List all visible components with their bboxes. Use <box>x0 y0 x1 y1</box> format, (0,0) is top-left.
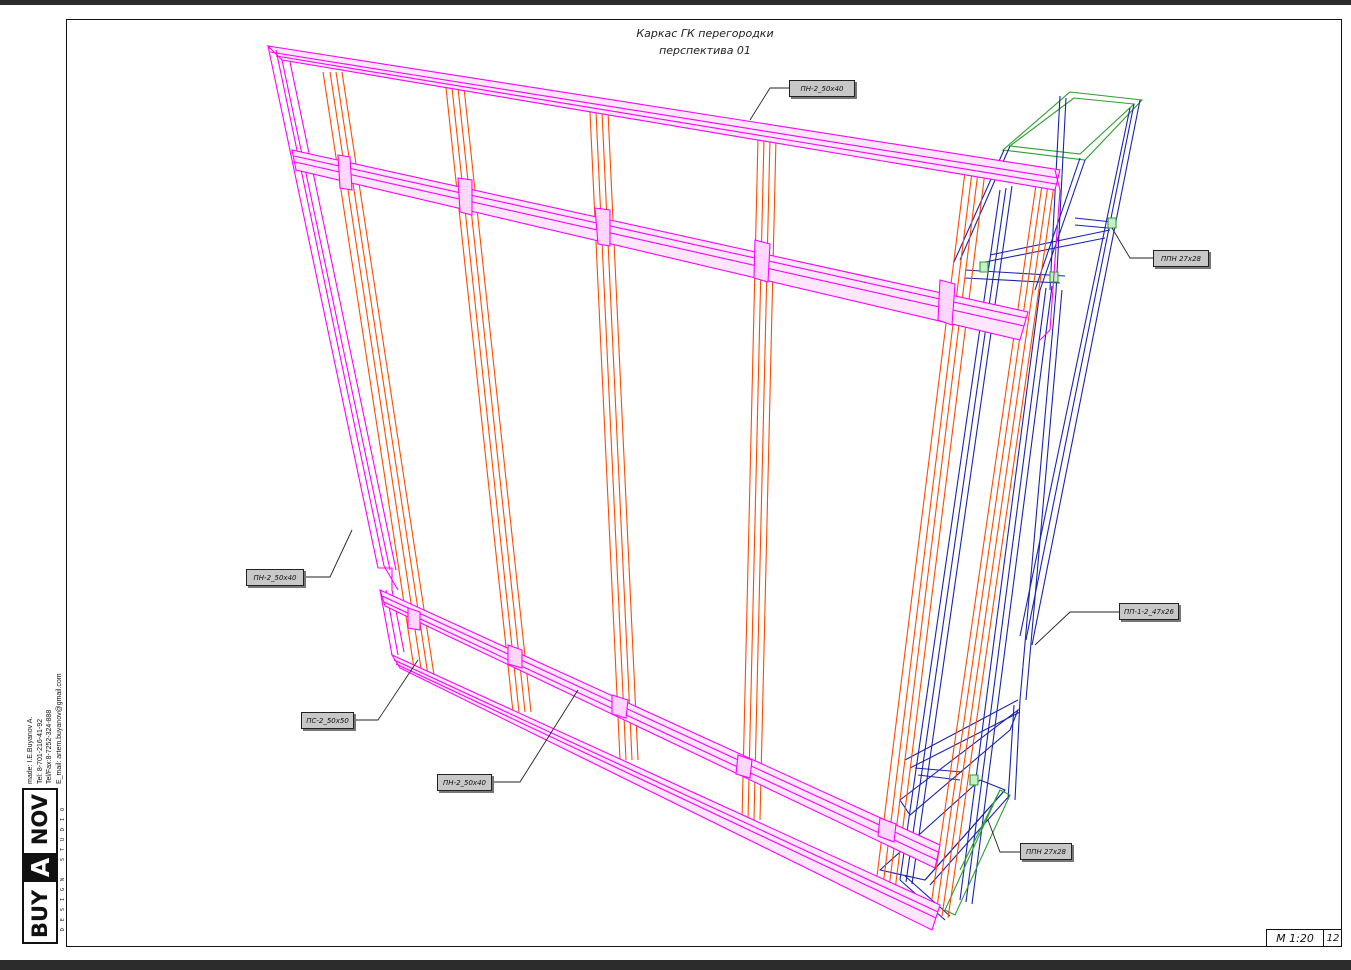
callout-tag: ПН-2_50х40 <box>246 569 304 586</box>
logo-right: NOV <box>28 794 52 846</box>
blue-ceiling-frame <box>878 91 1144 921</box>
drawing-title: Каркас ГК перегородки <box>636 27 774 40</box>
drawing-subtitle: перспектива 01 <box>659 44 751 57</box>
callout-tag: ППН 27х28 <box>1153 250 1209 267</box>
author-info: made: I.E.Buyanov A. Tel: 8-701-216-41-9… <box>20 660 66 784</box>
scale-label: М 1:20 <box>1266 929 1323 947</box>
callout-tag: ПН-2_50х40 <box>437 774 492 791</box>
author-telfax: Tel/Fax:8-7252-324-888 <box>46 709 53 784</box>
author-made: made: I.E.Buyanov A. <box>27 716 34 784</box>
callout-leaders <box>304 87 1153 853</box>
author-email: E_mail: artem.buyanov@gmail.com <box>55 673 63 784</box>
logo-subtitle: DESIGN STUDIO <box>60 800 66 932</box>
callout-tag: ПН-2_50х40 <box>789 80 855 97</box>
partition-frame-drawing <box>266 45 1153 931</box>
callout-tag: ППН 27х28 <box>1020 843 1072 860</box>
buyanov-logo: BUY A NOV DESIGN STUDIO <box>22 788 66 944</box>
logo-left: BUY <box>28 889 52 938</box>
callout-tag: ПП-1-2_47х26 <box>1119 603 1179 620</box>
callout-tag: ПС-2_50х50 <box>301 712 354 729</box>
logo-mid: A <box>24 852 56 883</box>
bottom-border-bar <box>0 960 1351 970</box>
author-tel: Tel: 8-701-216-41-92 <box>36 719 44 784</box>
sheet-number: 12 <box>1323 929 1342 947</box>
